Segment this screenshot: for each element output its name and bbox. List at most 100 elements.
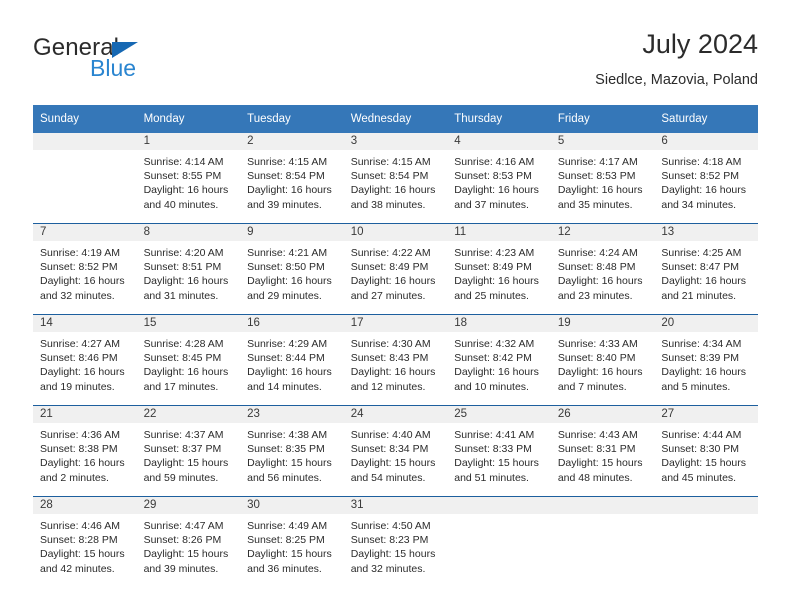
- calendar-day-cell[interactable]: 20 Sunrise: 4:34 AM Sunset: 8:39 PM Dayligh…: [654, 315, 758, 406]
- day-cell-content: 8 Sunrise: 4:20 AM Sunset: 8:51 PM Daylight…: [136, 224, 241, 314]
- daylight-text-line2: and 31 minutes.: [143, 289, 219, 302]
- sunrise-text: Sunrise: 4:50 AM: [350, 520, 431, 532]
- calendar-day-cell[interactable]: 3 Sunrise: 4:15 AM Sunset: 8:54 PM Daylight…: [343, 133, 448, 224]
- daylight-text-line2: and 21 minutes.: [661, 289, 737, 302]
- day-details: Sunrise: 4:40 AM Sunset: 8:34 PM Daylight:…: [344, 423, 448, 485]
- calendar-day-cell[interactable]: 6 Sunrise: 4:18 AM Sunset: 8:52 PM Daylight…: [654, 133, 758, 224]
- calendar-day-cell[interactable]: 19 Sunrise: 4:33 AM Sunset: 8:40 PM Dayligh…: [550, 315, 655, 406]
- day-number: 27: [654, 406, 758, 423]
- calendar-day-cell[interactable]: 12 Sunrise: 4:24 AM Sunset: 8:48 PM Dayligh…: [550, 224, 655, 315]
- calendar-week-row: 21 Sunrise: 4:36 AM Sunset: 8:38 PM Dayligh…: [33, 405, 758, 497]
- calendar-day-cell[interactable]: 13 Sunrise: 4:25 AM Sunset: 8:47 PM Dayligh…: [654, 224, 758, 315]
- sunrise-text: Sunrise: 4:36 AM: [40, 429, 120, 441]
- sunset-text: Sunset: 8:46 PM: [40, 352, 118, 365]
- sunrise-text: Sunrise: 4:14 AM: [143, 156, 224, 168]
- sunrise-text: Sunrise: 4:43 AM: [557, 429, 638, 441]
- day-cell-content: 12 Sunrise: 4:24 AM Sunset: 8:48 PM Dayligh…: [550, 224, 655, 314]
- calendar-day-cell[interactable]: 2 Sunrise: 4:15 AM Sunset: 8:54 PM Daylight…: [240, 133, 344, 224]
- day-number: 26: [550, 406, 655, 423]
- day-number: 17: [343, 315, 448, 332]
- calendar-day-cell[interactable]: 14 Sunrise: 4:27 AM Sunset: 8:46 PM Dayligh…: [33, 315, 137, 406]
- sunrise-text: Sunrise: 4:32 AM: [454, 338, 535, 350]
- daylight-text-line1: Daylight: 15 hours: [350, 457, 436, 470]
- sunset-text: Sunset: 8:34 PM: [350, 443, 429, 456]
- daylight-text-line2: and 35 minutes.: [557, 198, 633, 211]
- sunrise-text: Sunrise: 4:16 AM: [454, 156, 535, 168]
- sunset-text: Sunset: 8:26 PM: [143, 534, 222, 547]
- sunset-text: Sunset: 8:38 PM: [40, 443, 118, 456]
- weekday-header-sunday: Sunday: [33, 105, 137, 133]
- calendar-day-cell[interactable]: 31 Sunrise: 4:50 AM Sunset: 8:23 PM Dayligh…: [343, 497, 448, 588]
- daylight-text-line2: and 17 minutes.: [143, 380, 219, 393]
- day-number: 24: [343, 406, 448, 423]
- calendar-day-cell-empty: [550, 497, 655, 588]
- day-number: [654, 497, 758, 514]
- day-number: 28: [33, 497, 137, 514]
- daylight-text-line1: Daylight: 15 hours: [40, 548, 125, 561]
- calendar-day-cell[interactable]: 22 Sunrise: 4:37 AM Sunset: 8:37 PM Dayligh…: [136, 406, 241, 497]
- day-details: Sunrise: 4:28 AM Sunset: 8:45 PM Daylight:…: [137, 332, 241, 394]
- day-cell-content: 29 Sunrise: 4:47 AM Sunset: 8:26 PM Dayligh…: [136, 497, 241, 587]
- day-details: Sunrise: 4:22 AM Sunset: 8:49 PM Daylight:…: [344, 241, 448, 303]
- calendar-week-row: 7 Sunrise: 4:19 AM Sunset: 8:52 PM Daylight…: [33, 223, 758, 315]
- day-cell-content: [447, 497, 551, 587]
- day-number: 7: [33, 224, 137, 241]
- calendar-day-cell[interactable]: 28 Sunrise: 4:46 AM Sunset: 8:28 PM Dayligh…: [33, 497, 137, 588]
- weekday-header-saturday: Saturday: [654, 105, 758, 133]
- calendar-day-cell[interactable]: 25 Sunrise: 4:41 AM Sunset: 8:33 PM Dayligh…: [447, 406, 551, 497]
- day-number: 30: [240, 497, 344, 514]
- calendar-day-cell[interactable]: 15 Sunrise: 4:28 AM Sunset: 8:45 PM Dayligh…: [136, 315, 241, 406]
- daylight-text-line1: Daylight: 16 hours: [454, 275, 539, 288]
- calendar-day-cell[interactable]: 4 Sunrise: 4:16 AM Sunset: 8:53 PM Daylight…: [447, 133, 551, 224]
- sunset-text: Sunset: 8:44 PM: [247, 352, 325, 365]
- calendar-day-cell[interactable]: 5 Sunrise: 4:17 AM Sunset: 8:53 PM Daylight…: [550, 133, 655, 224]
- calendar-day-cell[interactable]: 21 Sunrise: 4:36 AM Sunset: 8:38 PM Dayligh…: [33, 406, 137, 497]
- calendar-day-cell[interactable]: 18 Sunrise: 4:32 AM Sunset: 8:42 PM Dayligh…: [447, 315, 551, 406]
- day-cell-content: 28 Sunrise: 4:46 AM Sunset: 8:28 PM Dayligh…: [33, 497, 137, 587]
- calendar-day-cell[interactable]: 10 Sunrise: 4:22 AM Sunset: 8:49 PM Dayligh…: [343, 224, 448, 315]
- sunset-text: Sunset: 8:53 PM: [454, 170, 532, 183]
- sunset-text: Sunset: 8:52 PM: [661, 170, 740, 183]
- daylight-text-line1: Daylight: 16 hours: [557, 366, 643, 379]
- day-cell-content: 22 Sunrise: 4:37 AM Sunset: 8:37 PM Dayligh…: [136, 406, 241, 496]
- calendar-day-cell[interactable]: 23 Sunrise: 4:38 AM Sunset: 8:35 PM Dayligh…: [240, 406, 344, 497]
- daylight-text-line1: Daylight: 16 hours: [247, 366, 332, 379]
- calendar-day-cell[interactable]: 7 Sunrise: 4:19 AM Sunset: 8:52 PM Daylight…: [33, 224, 137, 315]
- daylight-text-line1: Daylight: 16 hours: [454, 184, 539, 197]
- calendar-day-cell[interactable]: 8 Sunrise: 4:20 AM Sunset: 8:51 PM Daylight…: [136, 224, 241, 315]
- sunset-text: Sunset: 8:49 PM: [454, 261, 532, 274]
- day-details: Sunrise: 4:19 AM Sunset: 8:52 PM Daylight:…: [33, 241, 137, 303]
- title-block: July 2024 Siedlce, Mazovia, Poland: [595, 28, 758, 90]
- day-number: 2: [240, 133, 344, 150]
- day-details: Sunrise: 4:36 AM Sunset: 8:38 PM Daylight:…: [33, 423, 137, 485]
- calendar-day-cell[interactable]: 26 Sunrise: 4:43 AM Sunset: 8:31 PM Dayligh…: [550, 406, 655, 497]
- calendar-day-cell[interactable]: 24 Sunrise: 4:40 AM Sunset: 8:34 PM Dayligh…: [343, 406, 448, 497]
- day-cell-content: 1 Sunrise: 4:14 AM Sunset: 8:55 PM Daylight…: [136, 133, 241, 223]
- calendar-day-cell[interactable]: 27 Sunrise: 4:44 AM Sunset: 8:30 PM Dayligh…: [654, 406, 758, 497]
- day-number: 6: [654, 133, 758, 150]
- day-details: Sunrise: 4:47 AM Sunset: 8:26 PM Daylight:…: [137, 514, 241, 576]
- calendar-day-cell[interactable]: 11 Sunrise: 4:23 AM Sunset: 8:49 PM Dayligh…: [447, 224, 551, 315]
- general-blue-logo[interactable]: General Blue: [33, 34, 293, 94]
- calendar-table: Sunday Monday Tuesday Wednesday Thursday…: [33, 105, 758, 587]
- day-cell-content: 5 Sunrise: 4:17 AM Sunset: 8:53 PM Daylight…: [550, 133, 655, 223]
- sunrise-text: Sunrise: 4:23 AM: [454, 247, 535, 259]
- calendar-day-cell[interactable]: 17 Sunrise: 4:30 AM Sunset: 8:43 PM Dayligh…: [343, 315, 448, 406]
- daylight-text-line1: Daylight: 16 hours: [350, 184, 436, 197]
- calendar-day-cell[interactable]: 9 Sunrise: 4:21 AM Sunset: 8:50 PM Daylight…: [240, 224, 344, 315]
- day-cell-content: [550, 497, 655, 587]
- day-number: 22: [136, 406, 241, 423]
- daylight-text-line1: Daylight: 16 hours: [40, 457, 125, 470]
- calendar-day-cell[interactable]: 16 Sunrise: 4:29 AM Sunset: 8:44 PM Dayligh…: [240, 315, 344, 406]
- day-details: Sunrise: 4:14 AM Sunset: 8:55 PM Daylight:…: [137, 150, 241, 212]
- day-cell-content: 25 Sunrise: 4:41 AM Sunset: 8:33 PM Dayligh…: [447, 406, 551, 496]
- calendar-day-cell[interactable]: 30 Sunrise: 4:49 AM Sunset: 8:25 PM Dayligh…: [240, 497, 344, 588]
- daylight-text-line2: and 29 minutes.: [247, 289, 322, 302]
- day-details: Sunrise: 4:20 AM Sunset: 8:51 PM Daylight:…: [137, 241, 241, 303]
- sunrise-text: Sunrise: 4:15 AM: [247, 156, 328, 168]
- sunset-text: Sunset: 8:52 PM: [40, 261, 118, 274]
- calendar-day-cell[interactable]: 29 Sunrise: 4:47 AM Sunset: 8:26 PM Dayligh…: [136, 497, 241, 588]
- calendar-day-cell[interactable]: 1 Sunrise: 4:14 AM Sunset: 8:55 PM Daylight…: [136, 133, 241, 224]
- daylight-text-line1: Daylight: 16 hours: [661, 366, 747, 379]
- daylight-text-line2: and 39 minutes.: [247, 198, 322, 211]
